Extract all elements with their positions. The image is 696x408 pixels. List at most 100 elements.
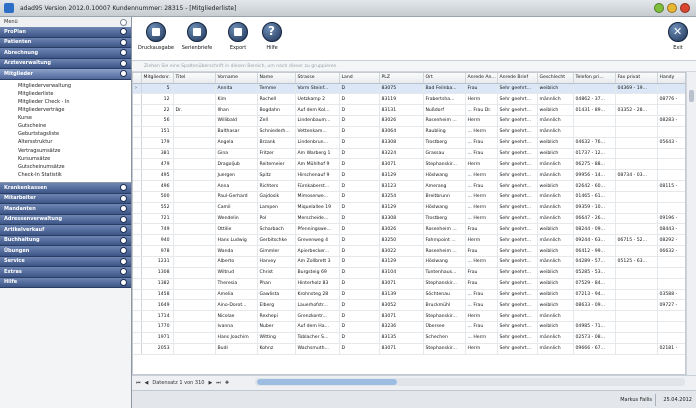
table-row[interactable]: 22 Dr. Ilhan Bogdahn Auf dem Kol... D 83131 Nuß… (133, 104, 685, 117)
row-indicator[interactable] (133, 202, 142, 214)
sidebar-item-kurse[interactable]: Kurse (0, 114, 131, 122)
row-indicator[interactable] (133, 158, 142, 171)
column-header[interactable]: Name (257, 73, 296, 84)
row-indicator[interactable] (133, 299, 142, 312)
table-row[interactable]: 1971 Hans Joachim Witting Toblacher S... D 83… (133, 332, 685, 344)
table-row[interactable]: 1458 Amelia Gawlista Krohnsteg 28 D 83139 Söch… (133, 289, 685, 301)
column-header[interactable]: Mitgliedsnr. (141, 73, 174, 84)
close-button[interactable] (680, 3, 690, 13)
row-indicator[interactable] (133, 278, 142, 290)
expand-icon[interactable] (120, 268, 127, 276)
row-indicator[interactable] (133, 310, 142, 323)
export-button[interactable]: Export (220, 21, 256, 59)
expand-icon[interactable] (120, 215, 127, 223)
sidebar-section-buchhaltung[interactable]: Buchhaltung (0, 235, 131, 247)
sidebar-item-vertragsumsätze[interactable]: Vertragsumsätze (0, 147, 131, 155)
exit-button[interactable]: Exit (660, 21, 696, 59)
sidebar-item-kursumsätze[interactable]: Kursumsätze (0, 155, 131, 163)
table-row[interactable]: 1308 Wiltrud Christ Burgsteig 69 D 83104 Tunte… (133, 267, 685, 279)
add-record-button[interactable]: ✚ (225, 380, 229, 386)
sidebar-section-service[interactable]: Service (0, 256, 131, 268)
expand-icon[interactable] (120, 205, 127, 213)
column-header[interactable]: Strasse (295, 73, 340, 84)
expand-icon[interactable] (120, 28, 127, 36)
vertical-scrollbar[interactable] (686, 72, 696, 375)
sidebar-section-abrechnung[interactable]: Abrechnung (0, 48, 131, 59)
expand-icon[interactable] (120, 194, 127, 202)
sidebar-section-mandanten[interactable]: Mandanten (0, 204, 131, 215)
column-header[interactable]: Geschlecht (537, 73, 574, 84)
row-indicator[interactable] (133, 169, 142, 182)
table-row[interactable]: 552 Camil Lampen Miquelallee 19 D 83129 Höslwa… (133, 202, 685, 214)
table-row[interactable]: 496 Anna Richters Fürnkaberst... D 83123 Amera… (133, 180, 685, 192)
sidebar-section-arzteverwaltung[interactable]: Arzteverwaltung (0, 58, 131, 69)
help-button[interactable]: Hilfe (254, 21, 290, 59)
column-header[interactable]: Fax privat (615, 73, 658, 84)
table-row[interactable]: 978 Wanda Gimmler Apierbecker... D 83022 Rosen… (133, 245, 685, 257)
row-indicator[interactable] (133, 343, 142, 355)
menu-collapse-icon[interactable] (120, 18, 127, 26)
expand-icon[interactable] (120, 226, 127, 234)
table-row[interactable]: 500 Paul-Gerhard Gajdosik Mimoserwe... D 8325… (133, 191, 685, 203)
sidebar-section-adressenverwaltung[interactable]: Adressenverwaltung (0, 214, 131, 226)
sidebar-section-mitglieder[interactable]: Mitglieder (0, 69, 131, 80)
row-indicator[interactable] (133, 223, 142, 236)
column-header[interactable]: Titel (173, 73, 216, 84)
expand-icon[interactable] (120, 278, 127, 286)
row-indicator[interactable] (133, 180, 142, 192)
last-record-button[interactable]: ⏭ (216, 380, 221, 386)
row-indicator[interactable] (133, 148, 142, 160)
sidebar-item-check-in-statistik[interactable]: Check-In Statistik (0, 171, 131, 179)
table-row[interactable]: 1770 Ivanna Nuber Auf dem Ha... D 83236 Überse… (133, 321, 685, 333)
row-indicator[interactable] (133, 115, 142, 127)
column-header[interactable]: Telefon pri... (573, 73, 616, 84)
table-row[interactable]: 1382 Theresia Phan Hinterholz 83 D 83071 Steph… (133, 278, 685, 290)
expand-icon[interactable] (120, 38, 127, 46)
sidebar-section-patienten[interactable]: Patienten (0, 37, 131, 48)
row-indicator[interactable] (133, 267, 142, 279)
expand-icon[interactable] (120, 236, 127, 244)
section-collapse-icon[interactable] (120, 70, 127, 78)
table-row[interactable]: 721 Wendelin Pol Merscheide... D 83308 Trostbe… (133, 213, 685, 225)
sidebar-section-artikelverkauf[interactable]: Artikelverkauf (0, 225, 131, 236)
sidebar-item-mitglieder-check-in[interactable]: Mitglieder Check - In (0, 98, 131, 106)
row-indicator[interactable] (133, 213, 142, 225)
sidebar-item-gutscheine[interactable]: Gutscheine (0, 122, 131, 130)
prev-record-button[interactable]: ◀ (145, 380, 149, 386)
minimize-button[interactable] (654, 3, 664, 13)
sidebar-section-krankenkassen[interactable]: Krankenkassen (0, 183, 131, 194)
column-header[interactable]: Ort (423, 73, 466, 84)
sidebar-item-altersstruktur[interactable]: Altersstruktur (0, 138, 131, 146)
sidebar-item-geburtstagsliste[interactable]: Geburtstagsliste (0, 130, 131, 138)
table-row[interactable]: 749 Ottilie Scharbach Pfenningswe... D 83026 R… (133, 223, 685, 236)
expand-icon[interactable] (120, 184, 127, 192)
vertical-scroll-thumb[interactable] (689, 90, 694, 102)
row-indicator[interactable] (133, 332, 142, 344)
sidebar-item-mitgliederverwaltung[interactable]: Mitgliederverwaltung (0, 82, 131, 90)
row-indicator[interactable] (133, 137, 142, 149)
row-indicator[interactable] (133, 245, 142, 257)
table-row[interactable]: 479 Dragoljub Reitemeier Am Mühlhof 9 D 83071… (133, 158, 685, 171)
table-row[interactable]: 2053 Budi Kohnz Wachsmuth... D 83071 Stephansk… (133, 343, 685, 355)
column-header[interactable]: Handy (657, 73, 685, 84)
sidebar-item-gutscheinumsätze[interactable]: Gutscheinumsätze (0, 163, 131, 171)
sidebar-item-mitgliederverträge[interactable]: Mitgliederverträge (0, 106, 131, 114)
sidebar-item-mitgliederliste[interactable]: Mitgliederliste (0, 90, 131, 98)
table-row[interactable]: 940 Hans Ludwig Gerbitschke Grevenweg 4 D 832… (133, 234, 685, 247)
table-row[interactable]: › 5 Annita Temme Vorm Steinf... D 83075 Bad Fei… (133, 83, 685, 95)
table-row[interactable]: 381 Gina Fritzer Am Warberg 1 D 83224 Grassau.… (133, 148, 685, 160)
table-row[interactable]: 12 Kim Rochell Uetzkamp 2 D 83119 Frabertsha..… (133, 93, 685, 106)
sidebar-section-übungen[interactable]: Übungen (0, 246, 131, 257)
expand-icon[interactable] (120, 59, 127, 67)
row-indicator[interactable] (133, 191, 142, 203)
next-record-button[interactable]: ▶ (208, 380, 212, 386)
sidebar-section-extras[interactable]: Extras (0, 267, 131, 278)
column-header[interactable]: Anrede Brief (497, 73, 538, 84)
horizontal-scroll-thumb[interactable] (257, 379, 397, 385)
row-indicator[interactable] (133, 104, 142, 117)
serial-letters-button[interactable]: Serienbriefe (179, 21, 215, 59)
print-button[interactable]: Druckausgabe (138, 21, 174, 59)
table-row[interactable]: 179 Angela Brzank Lindenbrun... D 83308 Trostb… (133, 137, 685, 149)
column-header[interactable]: Land (339, 73, 380, 84)
group-by-area[interactable]: Ziehen Sie eine Spaltenüberschrift in di… (132, 61, 696, 72)
